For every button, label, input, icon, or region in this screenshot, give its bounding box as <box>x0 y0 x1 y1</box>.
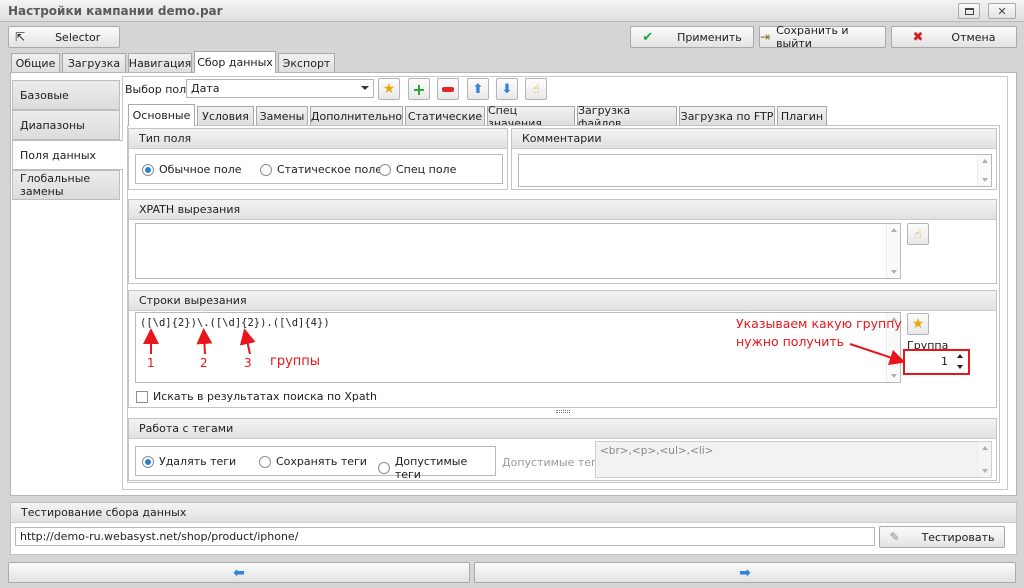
arrow-2 <box>196 328 213 355</box>
arrow-to-group <box>849 343 906 366</box>
annotation-groups: группы <box>270 354 321 369</box>
annotation-number-3: 3 <box>244 356 252 370</box>
annotation-hint-line2: нужно получить <box>736 334 844 349</box>
annotation-overlay <box>143 328 906 366</box>
annotation-number-2: 2 <box>200 356 208 370</box>
annotation-number-1: 1 <box>147 356 155 370</box>
arrow-3 <box>239 328 256 355</box>
annotation-hint-line1: Указываем какую группу <box>736 316 902 331</box>
